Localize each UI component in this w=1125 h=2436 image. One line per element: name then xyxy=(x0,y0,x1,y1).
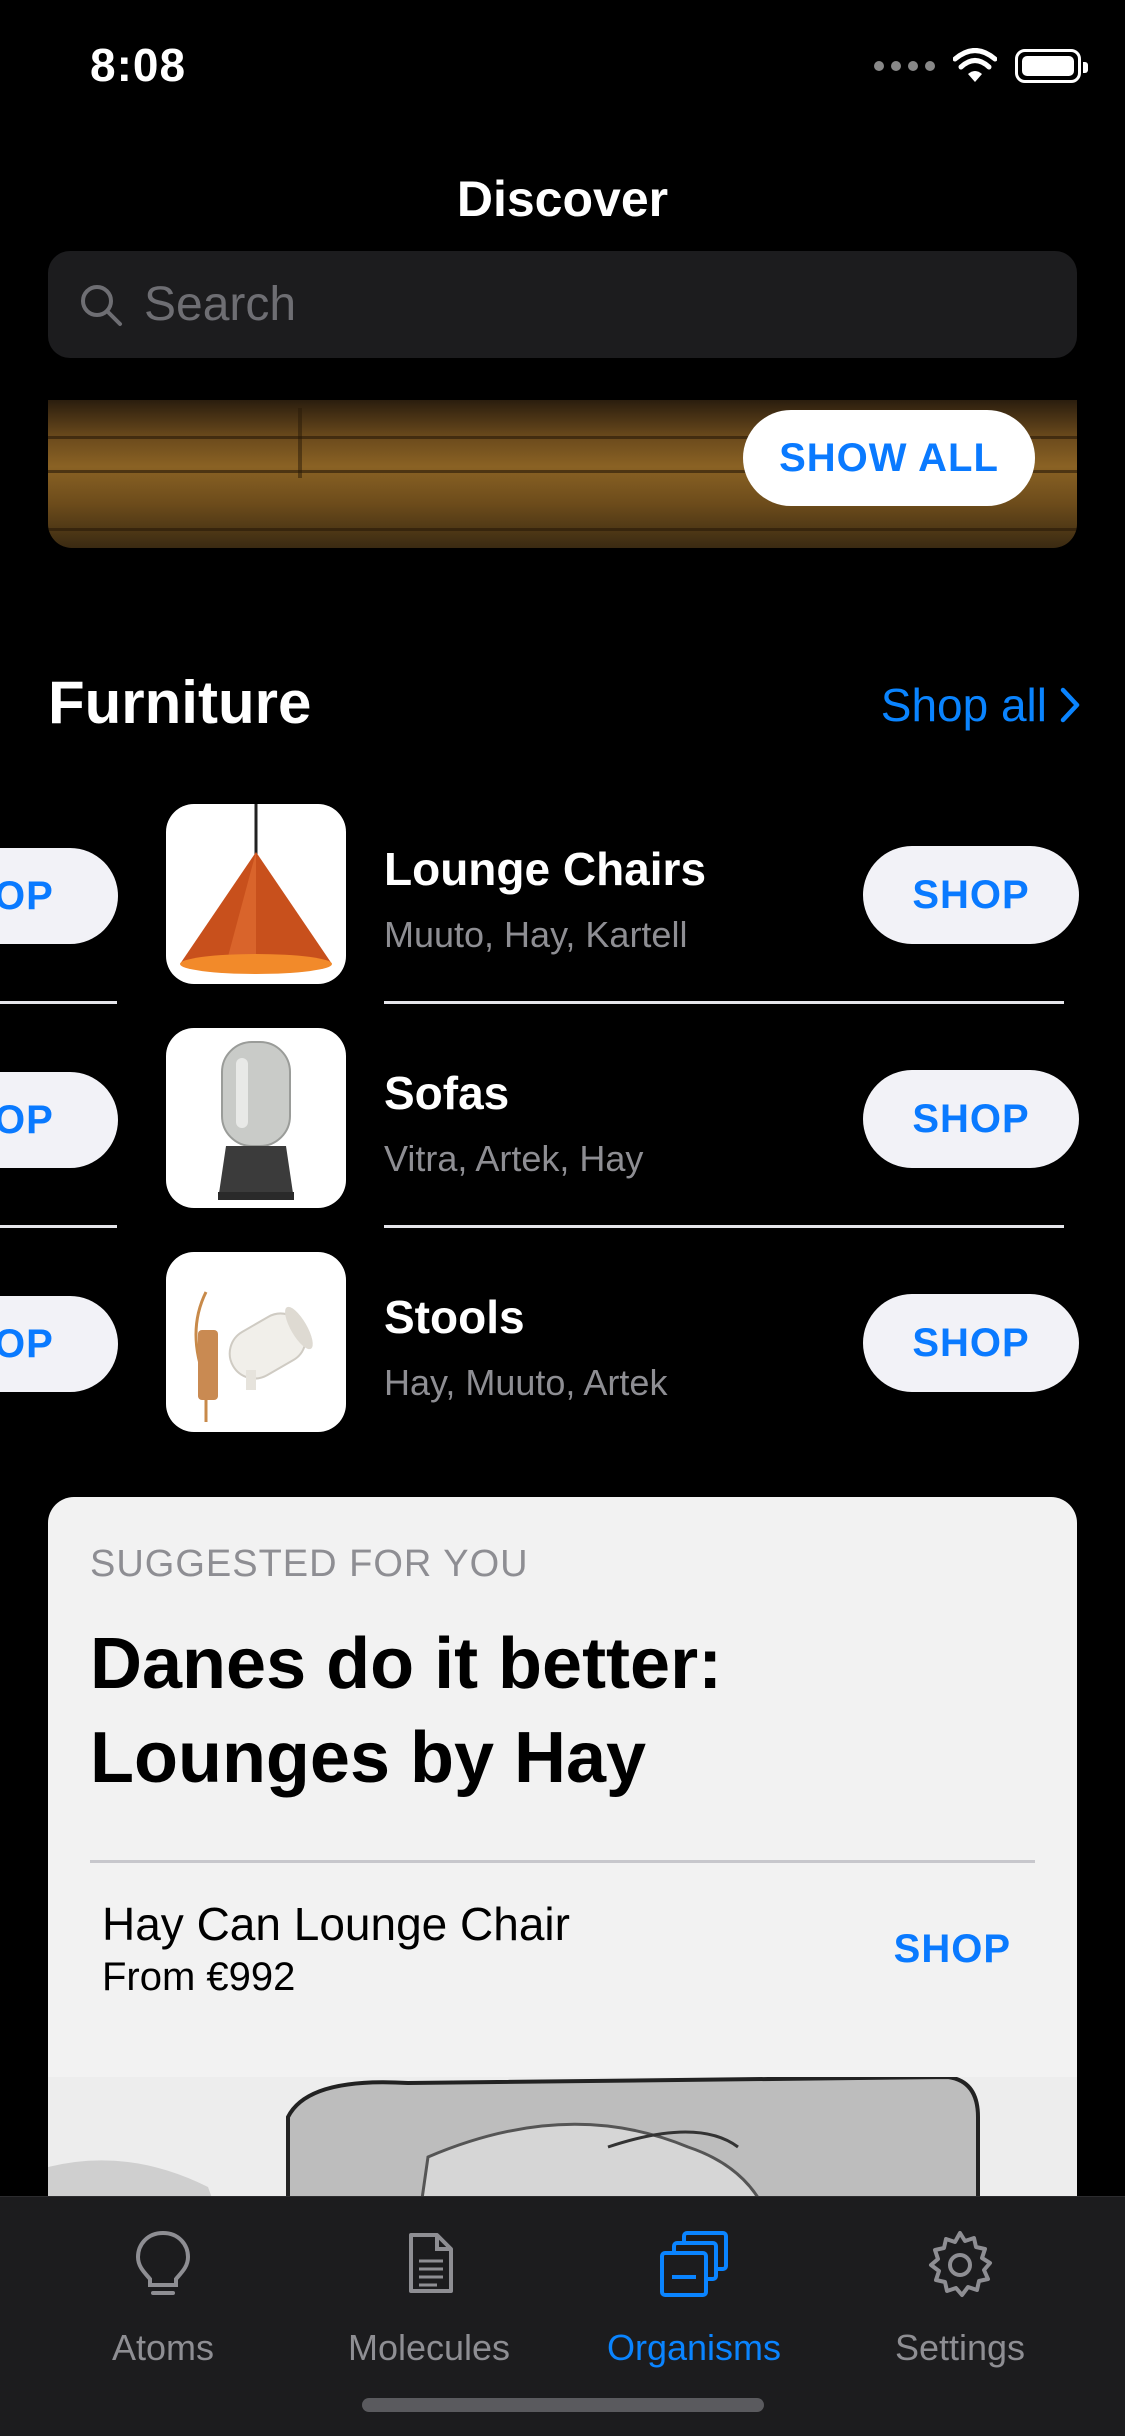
gear-icon xyxy=(929,2231,992,2297)
peek-shop-button[interactable]: HOP xyxy=(0,1296,118,1392)
shop-button[interactable]: SHOP xyxy=(863,1070,1079,1168)
divider xyxy=(0,1001,117,1004)
battery-icon xyxy=(1015,49,1088,83)
card-headline: Danes do it better: Lounges by Hay xyxy=(90,1617,990,1805)
status-icons xyxy=(874,48,1088,84)
shop-button[interactable]: SHOP xyxy=(863,1294,1079,1392)
list-item[interactable]: Stools Hay, Muuto, Artek SHOP xyxy=(166,1252,1079,1432)
product-shop-button[interactable]: SHOP xyxy=(894,1927,1011,1972)
peek-shop-button[interactable]: HOP xyxy=(0,848,118,944)
shop-button[interactable]: SHOP xyxy=(863,846,1079,944)
lightbulb-icon xyxy=(135,2230,191,2295)
home-indicator[interactable] xyxy=(362,2398,764,2412)
tab-organisms[interactable]: Organisms xyxy=(564,2225,824,2369)
banner-decoration xyxy=(48,528,1077,531)
tab-label: Atoms xyxy=(111,2327,215,2368)
item-brands: Vitra, Artek, Hay xyxy=(384,1138,644,1179)
item-name: Lounge Chairs xyxy=(384,843,707,895)
document-icon xyxy=(409,2233,453,2293)
discover-screen: 8:08 Discover SHOW ALL Furniture Shop al… xyxy=(0,0,1125,2436)
item-brands: Muuto, Hay, Kartell xyxy=(384,914,688,955)
table-lamp-icon xyxy=(166,1028,346,1208)
card-headline-line: Lounges by Hay xyxy=(90,1718,647,1798)
signal-dots-icon xyxy=(874,61,935,71)
search-icon xyxy=(81,284,122,326)
pendant-lamp-icon xyxy=(166,804,346,984)
list-item[interactable]: Lounge Chairs Muuto, Hay, Kartell SHOP xyxy=(166,804,1079,984)
tab-label: Organisms xyxy=(606,2327,782,2368)
card-headline-line: Danes do it better: xyxy=(90,1624,723,1704)
banner-decoration xyxy=(298,408,302,478)
wall-lamp-icon xyxy=(166,1252,346,1432)
section-title: Furniture xyxy=(48,669,312,736)
stacked-squares-icon xyxy=(660,2231,728,2297)
chevron-right-icon xyxy=(1060,687,1080,723)
item-brands: Hay, Muuto, Artek xyxy=(384,1362,668,1403)
shop-all-link[interactable]: Shop all xyxy=(881,678,1081,732)
show-all-button[interactable]: SHOW ALL xyxy=(743,410,1035,506)
divider xyxy=(0,1225,117,1228)
hero-banner[interactable]: SHOW ALL xyxy=(48,400,1077,548)
product-name: Hay Can Lounge Chair xyxy=(102,1898,570,1950)
wifi-icon xyxy=(953,48,997,82)
divider xyxy=(384,1225,1064,1228)
search-input[interactable] xyxy=(144,277,1024,332)
card-eyebrow: SUGGESTED FOR YOU xyxy=(90,1543,529,1585)
page-title: Discover xyxy=(456,171,669,227)
tab-molecules[interactable]: Molecules xyxy=(299,2225,559,2369)
list-item[interactable]: Sofas Vitra, Artek, Hay SHOP xyxy=(166,1028,1079,1208)
divider xyxy=(384,1001,1064,1004)
peek-shop-button[interactable]: HOP xyxy=(0,1072,118,1168)
search-bar[interactable] xyxy=(48,251,1077,358)
tab-settings[interactable]: Settings xyxy=(830,2225,1090,2369)
tab-label: Settings xyxy=(894,2327,1026,2368)
suggested-card[interactable]: SUGGESTED FOR YOU Danes do it better: Lo… xyxy=(48,1497,1077,2297)
item-name: Sofas xyxy=(384,1067,510,1119)
product-price: From €992 xyxy=(102,1955,296,1999)
tab-atoms[interactable]: Atoms xyxy=(33,2225,293,2369)
tab-label: Molecules xyxy=(347,2327,511,2368)
status-time: 8:08 xyxy=(90,39,187,91)
item-name: Stools xyxy=(384,1291,525,1343)
shop-all-label: Shop all xyxy=(880,679,1047,731)
divider xyxy=(90,1860,1035,1863)
